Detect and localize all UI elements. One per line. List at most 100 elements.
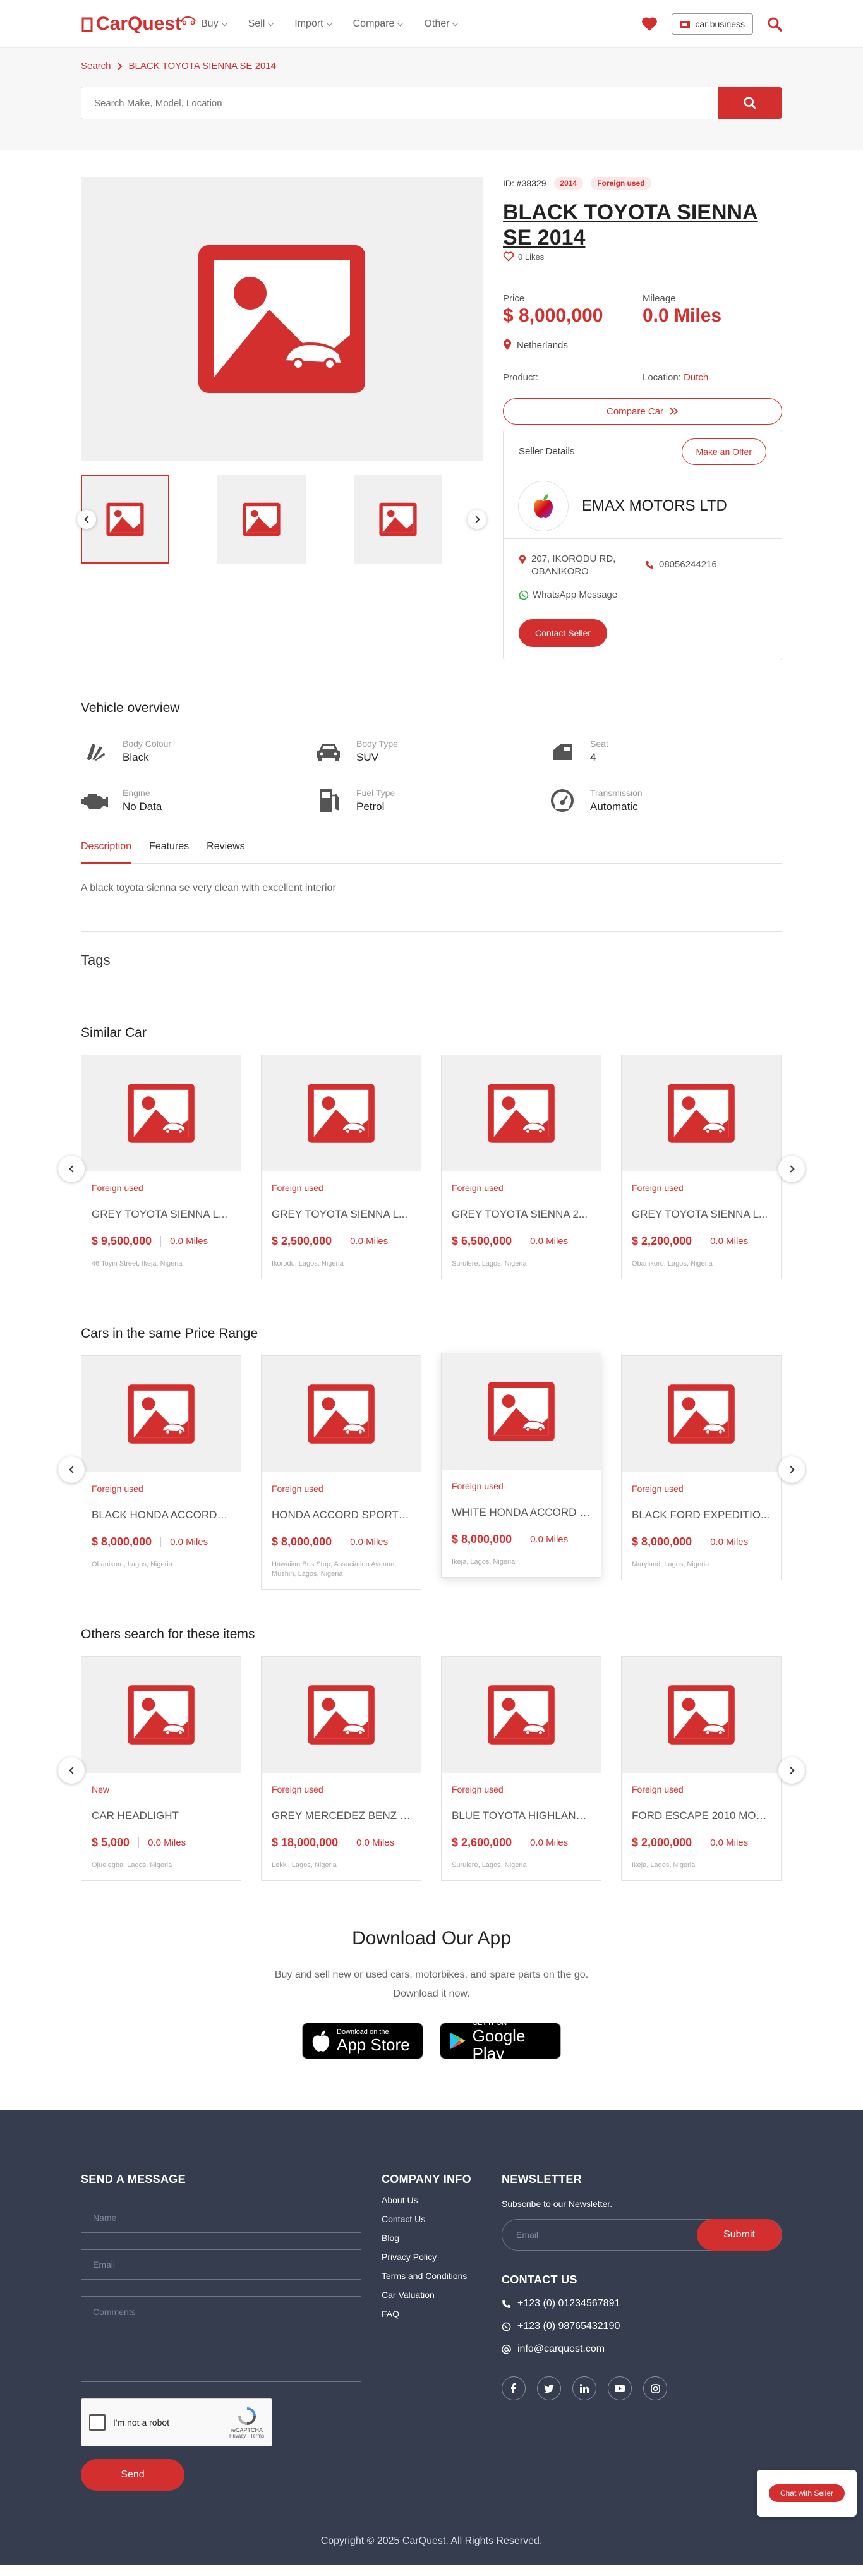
search-button[interactable] — [718, 87, 782, 119]
footer-email[interactable]: info@carquest.com — [517, 2343, 605, 2355]
newsletter-email-input[interactable]: Email — [502, 2230, 697, 2240]
app-store-button[interactable]: Download on the App Store — [302, 2023, 423, 2059]
carousel-prev-button[interactable] — [58, 1456, 85, 1483]
like-button[interactable]: 0 Likes — [503, 251, 782, 262]
car-card-condition: Foreign used — [452, 1481, 504, 1491]
car-card[interactable]: Foreign used GREY MERCEDEZ BENZ E... $ 18,… — [261, 1656, 421, 1881]
car-card[interactable]: Foreign used FORD ESCAPE 2010 MOD... $ 2,0… — [621, 1656, 782, 1881]
carousel-next-button[interactable] — [778, 1156, 805, 1182]
footer-link-valuation[interactable]: Car Valuation — [382, 2290, 502, 2300]
seller-card: Seller Details Make an Offer EMAX MOTORS … — [503, 430, 782, 660]
footer-link-privacy[interactable]: Privacy Policy — [382, 2252, 502, 2262]
chevron-right-icon — [117, 62, 122, 70]
thumb-next-button[interactable] — [468, 510, 486, 529]
heart-icon[interactable] — [641, 16, 658, 32]
car-card-image — [442, 1353, 601, 1470]
location-label: Location: — [643, 372, 681, 383]
footer-phone-1[interactable]: +123 (0) 01234567891 — [517, 2298, 620, 2309]
car-card[interactable]: Foreign used GREY TOYOTA SIENNA L... $ 2,5… — [261, 1055, 421, 1279]
linkedin-icon[interactable] — [572, 2376, 596, 2400]
card-carousel: Foreign used GREY TOYOTA SIENNA L... $ 9,5… — [58, 1055, 805, 1279]
recaptcha-label: I'm not a robot — [113, 2417, 170, 2428]
carousel-next-button[interactable] — [778, 1456, 805, 1483]
car-card[interactable]: Foreign used GREY TOYOTA SIENNA 2... $ 6,5… — [441, 1055, 601, 1279]
email-field[interactable]: Email — [81, 2249, 361, 2280]
instagram-icon[interactable] — [643, 2376, 667, 2400]
name-field[interactable]: Name — [81, 2203, 361, 2233]
heart-outline-icon — [503, 251, 514, 262]
tab-description[interactable]: Description — [81, 841, 132, 864]
youtube-icon[interactable] — [608, 2376, 632, 2400]
card-section: Similar Car Foreign used GREY TOYOTA SIENN… — [58, 1025, 805, 1279]
nav-buy[interactable]: Buy — [201, 18, 228, 30]
breadcrumb-search[interactable]: Search — [81, 61, 111, 71]
image-placeholder-icon — [308, 1084, 375, 1143]
fuel-pump-icon — [320, 789, 339, 812]
newsletter-submit-button[interactable]: Submit — [697, 2219, 782, 2251]
whatsapp-link[interactable]: WhatsApp Message — [519, 590, 766, 600]
search-icon[interactable] — [767, 16, 782, 32]
facebook-icon[interactable] — [502, 2376, 526, 2400]
main-image[interactable] — [81, 177, 483, 461]
carousel-next-button[interactable] — [778, 1757, 805, 1784]
seller-phone[interactable]: 08056244216 — [659, 559, 717, 570]
car-card-price: $ 6,500,000 — [452, 1235, 512, 1247]
thumbnail[interactable] — [217, 475, 306, 564]
send-button[interactable]: Send — [81, 2459, 184, 2491]
overview-item: Engine No Data — [81, 787, 315, 814]
car-card-location: Obanikoro, Lagos, Nigeria — [632, 1260, 713, 1267]
car-card-image — [442, 1055, 601, 1171]
carousel-prev-button[interactable] — [58, 1156, 85, 1182]
recaptcha-links[interactable]: Privacy - Terms — [229, 2433, 264, 2439]
footer-link-terms[interactable]: Terms and Conditions — [382, 2271, 502, 2281]
car-card-price: $ 18,000,000 — [272, 1836, 339, 1849]
overview-value: No Data — [123, 801, 162, 813]
compare-car-button[interactable]: Compare Car — [503, 398, 782, 425]
chevron-down-icon — [267, 20, 274, 26]
tab-features[interactable]: Features — [149, 841, 189, 863]
newsletter-subtitle: Subscribe to our Newsletter. — [502, 2199, 613, 2209]
nav-compare[interactable]: Compare — [353, 18, 404, 30]
card-section: Others search for these items New CAR HEAD… — [58, 1627, 805, 1881]
recaptcha-checkbox[interactable] — [89, 2414, 106, 2431]
car-card[interactable]: Foreign used GREY TOYOTA SIENNA L... $ 2,2… — [621, 1055, 782, 1279]
make-offer-button[interactable]: Make an Offer — [681, 438, 766, 465]
nav-other[interactable]: Other — [424, 18, 459, 30]
car-card-title: HONDA ACCORD SPORT 2... — [272, 1509, 411, 1521]
car-card[interactable]: Foreign used GREY TOYOTA SIENNA L... $ 9,5… — [81, 1055, 241, 1279]
copyright: Copyright © 2025 CarQuest. All Rights Re… — [320, 2536, 543, 2546]
google-play-button[interactable]: GET IT ON Google Play — [440, 2019, 561, 2062]
car-card[interactable]: Foreign used BLACK HONDA ACCORD 2... $ 8,0… — [81, 1355, 241, 1580]
nav-sell[interactable]: Sell — [248, 18, 274, 30]
car-card[interactable]: New CAR HEADLIGHT $ 5,000 0.0 Miles Ojuelegb… — [81, 1656, 241, 1881]
footer-link-contact[interactable]: Contact Us — [382, 2215, 502, 2224]
twitter-icon[interactable] — [537, 2376, 561, 2400]
car-card[interactable]: Foreign used WHITE HONDA ACCORD 2... $ 8,0… — [441, 1353, 601, 1578]
search-input[interactable] — [81, 87, 718, 119]
footer-link-faq[interactable]: FAQ — [382, 2309, 502, 2319]
comments-field[interactable]: Comments — [81, 2296, 361, 2382]
car-card-mileage: 0.0 Miles — [341, 1236, 388, 1247]
tab-reviews[interactable]: Reviews — [207, 841, 244, 863]
carousel-prev-button[interactable] — [58, 1757, 85, 1784]
car-business-button[interactable]: car business — [672, 13, 753, 35]
footer-link-about[interactable]: About Us — [382, 2196, 502, 2205]
nav-import[interactable]: Import — [294, 18, 333, 30]
car-card-price: $ 2,500,000 — [272, 1235, 332, 1247]
chat-with-seller-button[interactable]: Chat with Seller — [768, 2484, 845, 2502]
thumb-prev-button[interactable] — [77, 510, 96, 529]
car-card-price: $ 8,000,000 — [272, 1535, 332, 1548]
footer-phone-2[interactable]: +123 (0) 98765432190 — [517, 2321, 620, 2332]
logo-text: CarQuest — [96, 13, 182, 34]
footer-link-blog[interactable]: Blog — [382, 2234, 502, 2243]
car-card[interactable]: Foreign used BLACK FORD EXPEDITIO... $ 8,0… — [621, 1355, 782, 1580]
car-card[interactable]: Foreign used BLUE TOYOTA HIGHLAND... $ 2,6… — [441, 1656, 601, 1881]
contact-seller-button[interactable]: Contact Seller — [519, 619, 607, 647]
image-placeholder-icon — [488, 1382, 555, 1441]
thumbnail[interactable] — [354, 475, 442, 564]
app-line-1: Buy and sell new or used cars, motorbike… — [274, 1969, 589, 1980]
search-band: Search BLACK TOYOTA SIENNA SE 2014 — [0, 48, 863, 150]
car-card[interactable]: Foreign used HONDA ACCORD SPORT 2... $ 8,0… — [261, 1355, 421, 1590]
logo[interactable]: CarQuest — [81, 13, 201, 35]
main-nav: Buy Sell Import Compare Other — [201, 18, 479, 30]
